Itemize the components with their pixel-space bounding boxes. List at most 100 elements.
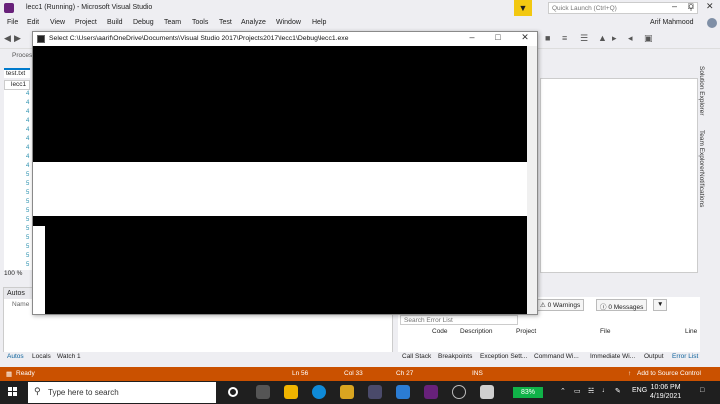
add-to-source-control[interactable]: Add to Source Control xyxy=(637,370,701,377)
navigation-dropdown[interactable]: lecc1 xyxy=(4,80,30,90)
line-number: 4 xyxy=(26,154,30,160)
avatar[interactable] xyxy=(707,18,717,28)
chevron-up-icon[interactable]: ⌃ xyxy=(560,387,566,395)
tab-command-window[interactable]: Command Wi... xyxy=(534,353,579,360)
console-maximize-button[interactable]: □ xyxy=(491,32,505,42)
menu-view[interactable]: View xyxy=(50,19,65,26)
debug-tabs-right: Call Stack Breakpoints Exception Sett...… xyxy=(398,352,720,364)
toolbar-icon-1[interactable]: ■ xyxy=(545,33,550,43)
back-arrow-icon[interactable]: ◀ xyxy=(4,33,11,44)
menu-edit[interactable]: Edit xyxy=(27,19,39,26)
console-close-button[interactable]: ✕ xyxy=(518,32,532,43)
zoom-level[interactable]: 100 % xyxy=(4,270,22,277)
console-window[interactable]: Select C:\Users\aarif\OneDrive\Documents… xyxy=(32,31,538,315)
menu-tools[interactable]: Tools xyxy=(192,19,208,26)
tab-autos[interactable]: Autos xyxy=(7,353,24,360)
tab-exception-settings[interactable]: Exception Sett... xyxy=(480,353,527,360)
language-indicator[interactable]: ENG xyxy=(632,387,647,394)
user-name[interactable]: Arif Mahmood xyxy=(650,19,694,26)
menu-build[interactable]: Build xyxy=(107,19,123,26)
messages-count: 0 Messages xyxy=(608,304,644,311)
notification-icon[interactable]: □ xyxy=(700,387,704,394)
windows-start-icon[interactable] xyxy=(8,387,18,397)
console-title-bar[interactable]: Select C:\Users\aarif\OneDrive\Documents… xyxy=(33,32,537,46)
forward-arrow-icon[interactable]: ▶ xyxy=(14,33,21,44)
bookmark-prev-icon[interactable]: ◂ xyxy=(628,33,633,44)
task-view-icon[interactable] xyxy=(256,385,270,399)
menu-team[interactable]: Team xyxy=(164,19,181,26)
column-description[interactable]: Description xyxy=(460,328,493,335)
status-ready: Ready xyxy=(16,370,35,377)
line-number: 5 xyxy=(26,172,30,178)
settings-icon[interactable] xyxy=(452,385,466,399)
quick-launch-input[interactable] xyxy=(549,3,679,13)
autos-name-column[interactable]: Name xyxy=(12,301,29,308)
console-minimize-button[interactable]: – xyxy=(465,32,479,42)
taskbar-search[interactable]: ⚲ Type here to search xyxy=(28,382,216,403)
word-icon[interactable] xyxy=(396,385,410,399)
column-line[interactable]: Line xyxy=(685,328,697,335)
bookmark-next-icon[interactable]: ▸ xyxy=(612,33,617,44)
pen-icon[interactable]: ✎ xyxy=(615,387,621,395)
battery-indicator[interactable]: 83% xyxy=(513,387,543,398)
console-taskbar-icon[interactable] xyxy=(480,385,494,399)
battery-icon[interactable]: ▭ xyxy=(574,387,581,395)
column-code[interactable]: Code xyxy=(432,328,448,335)
volume-icon[interactable]: ♩ xyxy=(602,387,609,394)
column-file[interactable]: File xyxy=(600,328,610,335)
line-number: 5 xyxy=(26,262,30,268)
visual-studio-icon[interactable] xyxy=(424,385,438,399)
line-number: 5 xyxy=(26,181,30,187)
toolbar-icon-2[interactable]: ≡ xyxy=(562,33,567,43)
bookmark-icon[interactable]: ▲ xyxy=(598,33,607,43)
menu-analyze[interactable]: Analyze xyxy=(241,19,266,26)
menu-project[interactable]: Project xyxy=(75,19,97,26)
error-search-input[interactable] xyxy=(401,316,511,324)
solution-explorer-panel[interactable] xyxy=(540,78,698,273)
toolbar-icon-3[interactable]: ☰ xyxy=(580,33,588,44)
network-icon[interactable]: ☵ xyxy=(588,387,594,395)
line-number: 4 xyxy=(26,163,30,169)
messages-filter-button[interactable]: ⓘ 0 Messages xyxy=(596,299,648,311)
tab-error-list[interactable]: Error List xyxy=(672,353,698,360)
menu-test[interactable]: Test xyxy=(219,19,232,26)
tab-call-stack[interactable]: Call Stack xyxy=(402,353,431,360)
filter-icon[interactable]: ▼ xyxy=(653,299,667,311)
close-button[interactable]: ✕ xyxy=(706,1,714,12)
tab-team-explorer[interactable]: Team Explorer xyxy=(698,130,705,172)
console-output-top xyxy=(33,46,527,162)
tab-immediate-window[interactable]: Immediate Wi... xyxy=(590,353,635,360)
column-project[interactable]: Project xyxy=(516,328,536,335)
tab-locals[interactable]: Locals xyxy=(32,353,51,360)
line-number: 4 xyxy=(26,109,30,115)
error-search-box[interactable] xyxy=(400,315,518,325)
maximize-button[interactable]: □ xyxy=(688,1,693,11)
tab-solution-explorer[interactable]: Solution Explorer xyxy=(698,66,705,116)
status-char: Ch 27 xyxy=(396,370,414,377)
edge-icon[interactable] xyxy=(312,385,326,399)
tab-test-txt[interactable]: test.txt xyxy=(4,68,30,78)
store-icon[interactable] xyxy=(368,385,382,399)
warnings-filter-button[interactable]: ⚠ 0 Warnings xyxy=(536,299,585,311)
menu-help[interactable]: Help xyxy=(312,19,326,26)
line-number: 5 xyxy=(26,244,30,250)
menu-window[interactable]: Window xyxy=(276,19,301,26)
search-icon: ⚲ xyxy=(34,386,41,396)
line-number: 5 xyxy=(26,226,30,232)
tab-notifications[interactable]: Notifications xyxy=(698,172,705,207)
tab-output[interactable]: Output xyxy=(644,353,664,360)
vs-title-bar: lecc1 (Running) - Microsoft Visual Studi… xyxy=(0,0,720,18)
file-explorer-icon[interactable] xyxy=(284,385,298,399)
tab-breakpoints[interactable]: Breakpoints xyxy=(438,353,472,360)
bookmark-clear-icon[interactable]: ▣ xyxy=(644,33,653,44)
folder-icon[interactable] xyxy=(340,385,354,399)
cortana-icon[interactable] xyxy=(228,387,238,397)
taskbar-clock[interactable]: 10:06 PM 4/19/2021 xyxy=(650,383,681,401)
line-number: 5 xyxy=(26,190,30,196)
menu-debug[interactable]: Debug xyxy=(133,19,154,26)
tab-watch-1[interactable]: Watch 1 xyxy=(57,353,81,360)
feedback-filter-icon[interactable]: ▼ xyxy=(514,0,532,16)
minimize-button[interactable]: – xyxy=(672,1,677,11)
console-scrollbar[interactable] xyxy=(527,46,537,314)
menu-file[interactable]: File xyxy=(7,19,18,26)
